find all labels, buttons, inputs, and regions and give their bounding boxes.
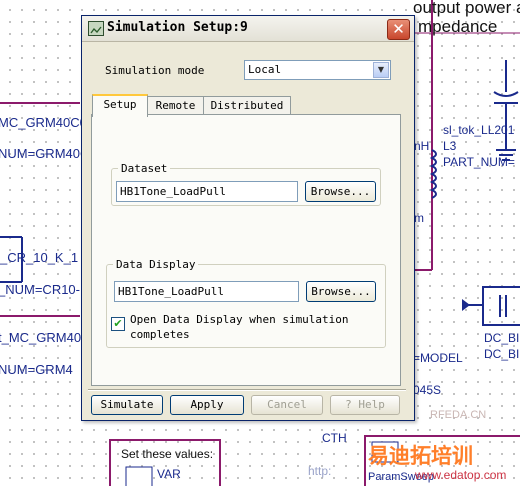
component-label: =MODEL [413, 351, 463, 365]
tab-distributed[interactable]: Distributed [203, 96, 291, 115]
schematic-annotation-line-2: mpedance [418, 17, 498, 36]
help-button[interactable]: ? Help [330, 395, 400, 415]
dataset-legend: Dataset [121, 162, 168, 175]
data-display-browse-button[interactable]: Browse... [306, 281, 376, 302]
component-label: L3 [443, 139, 457, 153]
dataset-browse-button[interactable]: Browse... [305, 181, 376, 202]
open-data-display-checkbox[interactable]: ✔ [111, 317, 125, 331]
component-label: PART_NUM= [443, 155, 515, 169]
component-label: t_MC_GRM40 [0, 330, 82, 345]
watermark-chinese: 易迪拓培训 [368, 445, 473, 468]
var-block-label: VAR [157, 467, 181, 481]
watermark-http: http: [308, 464, 332, 478]
apply-button[interactable]: Apply [170, 395, 244, 415]
footer-divider [88, 389, 406, 391]
simulation-setup-dialog: Simulation Setup:9 ✕ Simulation mode Loc… [81, 15, 415, 421]
dialog-titlebar[interactable]: Simulation Setup:9 ✕ [82, 16, 414, 42]
schematic-annotation-line-1: output power and PAE found at [413, 0, 520, 17]
component-label: MC_GRM40C0 [0, 115, 87, 130]
checkmark-icon: ✔ [113, 317, 123, 330]
data-display-value: HB1Tone_LoadPull [118, 285, 224, 298]
open-data-display-label: Open Data Display when simulation comple… [130, 313, 349, 341]
component-label: DC_BI [484, 347, 520, 361]
component-label: _CR_10_K_1 [0, 250, 79, 265]
component-label: nH [414, 139, 430, 153]
tab-label: Remote [155, 99, 196, 112]
simulation-mode-value: Local [248, 63, 282, 76]
app-icon [88, 21, 104, 36]
cancel-button[interactable]: Cancel [251, 395, 323, 415]
data-display-input[interactable]: HB1Tone_LoadPull [114, 281, 299, 302]
component-label: NUM=GRM4 [0, 362, 73, 377]
question-icon: ? [345, 398, 359, 411]
component-label: CTH [322, 431, 347, 445]
watermark-site: RFEDA.CN [430, 409, 487, 421]
simulate-button[interactable]: Simulate [91, 395, 163, 415]
close-button[interactable]: ✕ [387, 19, 410, 40]
tab-setup[interactable]: Setup [92, 94, 148, 117]
data-display-legend: Data Display [116, 258, 196, 271]
dataset-input[interactable]: HB1Tone_LoadPull [116, 181, 298, 202]
tab-remote[interactable]: Remote [147, 96, 204, 115]
component-label: m [414, 211, 424, 225]
help-button-label: Help [358, 398, 385, 411]
component-label: sl_tok_LL201 [443, 123, 515, 137]
close-icon: ✕ [392, 20, 405, 38]
chevron-down-icon[interactable]: ▼ [373, 62, 389, 78]
simulation-mode-label: Simulation mode [105, 64, 205, 77]
watermark-url: www.edatop.com [415, 468, 507, 482]
tab-label: Distributed [210, 99, 284, 112]
component-label: 045S [413, 383, 442, 397]
var-block-heading: Set these values: [121, 447, 214, 461]
component-label: _NUM=CR10- [0, 282, 80, 297]
simulation-mode-select[interactable]: Local ▼ [244, 60, 391, 80]
component-label: DC_BI [484, 331, 520, 345]
dialog-title: Simulation Setup:9 [107, 20, 248, 35]
tab-label: Setup [103, 98, 137, 111]
dataset-value: HB1Tone_LoadPull [120, 185, 226, 198]
